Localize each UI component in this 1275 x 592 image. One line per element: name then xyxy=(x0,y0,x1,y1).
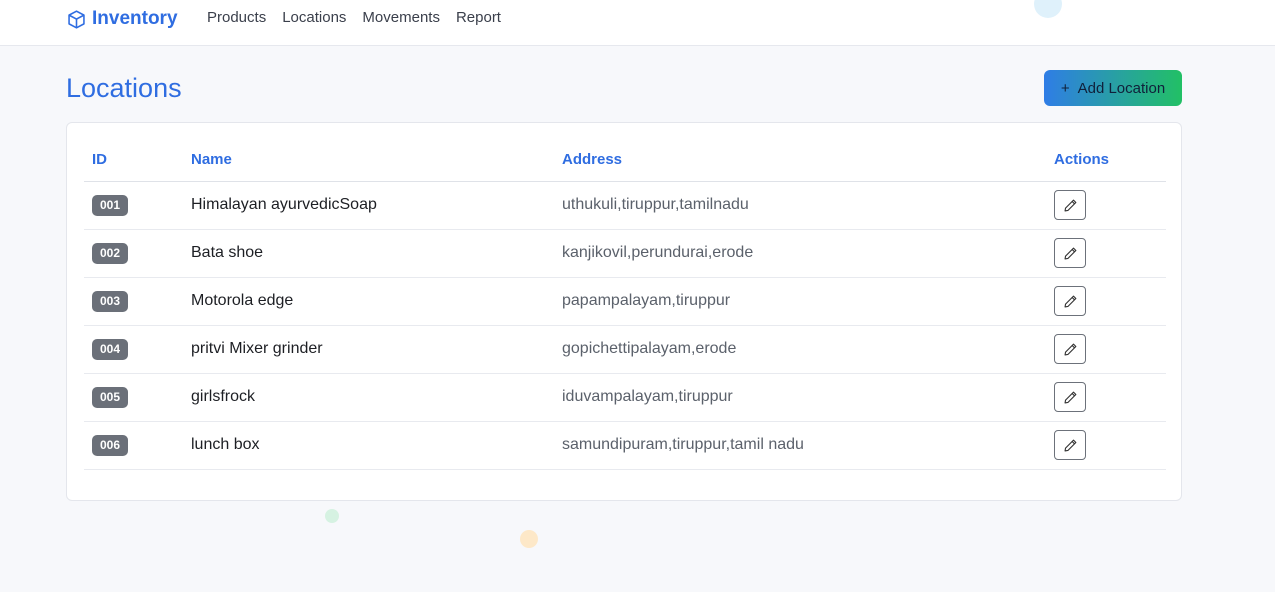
location-address: gopichettipalayam,erode xyxy=(554,325,1046,374)
nav-link-products[interactable]: Products xyxy=(207,9,266,26)
id-badge: 002 xyxy=(92,242,128,264)
location-name: Motorola edge xyxy=(183,277,554,326)
edit-button[interactable] xyxy=(1054,382,1086,412)
plus-icon: + xyxy=(1060,79,1070,97)
add-location-button[interactable]: + Add Location xyxy=(1044,70,1182,106)
edit-button[interactable] xyxy=(1054,430,1086,460)
table-row: 003 Motorola edge papampalayam,tiruppur xyxy=(84,277,1166,326)
nav-link-locations[interactable]: Locations xyxy=(282,9,346,26)
id-badge: 003 xyxy=(92,290,128,312)
locations-card: ID Name Address Actions 001 Himalayan ay… xyxy=(66,122,1182,501)
edit-button[interactable] xyxy=(1054,334,1086,364)
id-badge: 006 xyxy=(92,434,128,456)
location-address: samundipuram,tiruppur,tamil nadu xyxy=(554,421,1046,470)
location-address: iduvampalayam,tiruppur xyxy=(554,373,1046,422)
table-row: 004 pritvi Mixer grinder gopichettipalay… xyxy=(84,325,1166,374)
column-header-address: Address xyxy=(554,139,1046,182)
nav-links: Products Locations Movements Report xyxy=(207,9,501,26)
pencil-icon xyxy=(1064,343,1076,355)
pencil-icon xyxy=(1064,391,1076,403)
nav-link-movements[interactable]: Movements xyxy=(362,9,440,26)
column-header-actions: Actions xyxy=(1046,139,1166,182)
table-row: 006 lunch box samundipuram,tiruppur,tami… xyxy=(84,421,1166,470)
id-badge: 001 xyxy=(92,194,128,216)
table-header-row: ID Name Address Actions xyxy=(84,139,1166,182)
location-address: uthukuli,tiruppur,tamilnadu xyxy=(554,181,1046,230)
table-row: 001 Himalayan ayurvedicSoap uthukuli,tir… xyxy=(84,181,1166,230)
table-row: 002 Bata shoe kanjikovil,perundurai,erod… xyxy=(84,229,1166,278)
edit-button[interactable] xyxy=(1054,190,1086,220)
id-badge: 005 xyxy=(92,386,128,408)
column-header-name: Name xyxy=(183,139,554,182)
location-name: Bata shoe xyxy=(183,229,554,278)
column-header-id: ID xyxy=(84,139,183,182)
table-row: 005 girlsfrock iduvampalayam,tiruppur xyxy=(84,373,1166,422)
location-address: papampalayam,tiruppur xyxy=(554,277,1046,326)
locations-table: ID Name Address Actions 001 Himalayan ay… xyxy=(84,139,1166,470)
edit-button[interactable] xyxy=(1054,238,1086,268)
pencil-icon xyxy=(1064,295,1076,307)
location-address: kanjikovil,perundurai,erode xyxy=(554,229,1046,278)
add-location-label: Add Location xyxy=(1077,79,1166,97)
brand-link[interactable]: Inventory xyxy=(66,7,178,31)
location-name: pritvi Mixer grinder xyxy=(183,325,554,374)
brand-name: Inventory xyxy=(92,8,178,29)
page-title: Locations xyxy=(66,73,182,103)
id-badge: 004 xyxy=(92,338,128,360)
pencil-icon xyxy=(1064,247,1076,259)
pencil-icon xyxy=(1064,199,1076,211)
location-name: lunch box xyxy=(183,421,554,470)
navbar: Inventory Products Locations Movements R… xyxy=(0,0,1275,46)
location-name: Himalayan ayurvedicSoap xyxy=(183,181,554,230)
decorative-dot xyxy=(325,509,339,523)
location-name: girlsfrock xyxy=(183,373,554,422)
edit-button[interactable] xyxy=(1054,286,1086,316)
box-icon xyxy=(68,9,85,29)
decorative-dot xyxy=(520,530,538,548)
nav-link-report[interactable]: Report xyxy=(456,9,501,26)
pencil-icon xyxy=(1064,439,1076,451)
